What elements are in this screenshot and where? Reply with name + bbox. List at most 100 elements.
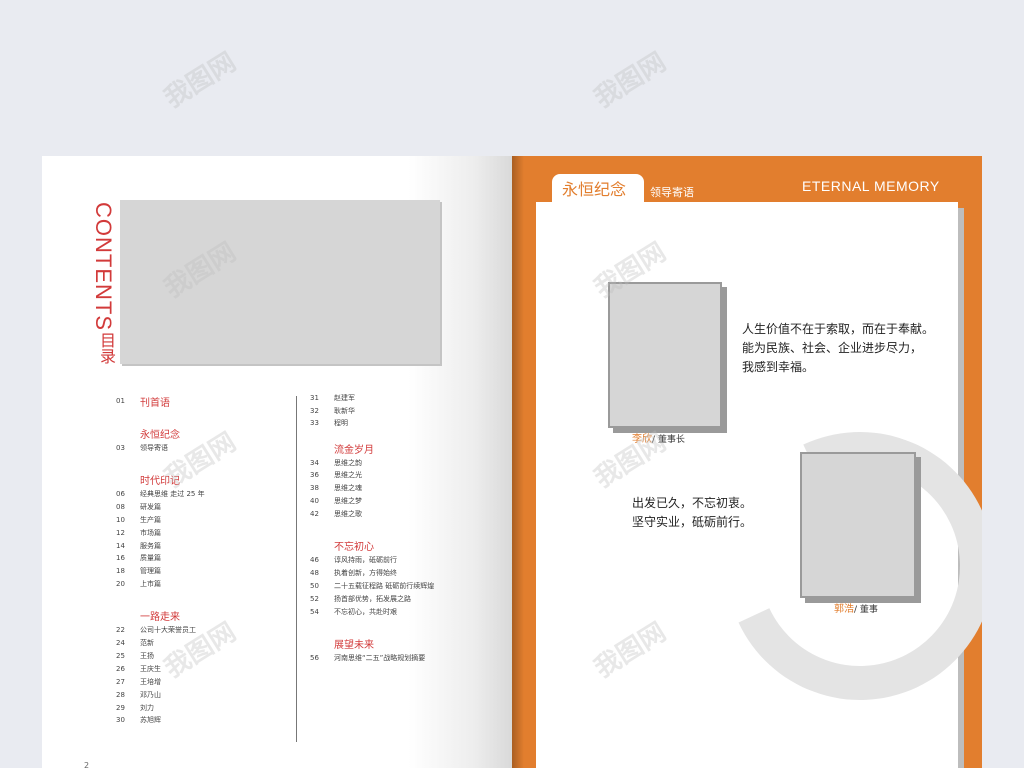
toc-page-num: 56 bbox=[310, 653, 319, 662]
toc-entry-label: 思维之魂 bbox=[334, 484, 362, 493]
toc-page-num: 14 bbox=[116, 541, 125, 550]
toc-entry-label: 王庆生 bbox=[140, 664, 161, 673]
toc-row[interactable]: 30 苏旭辉 bbox=[116, 715, 161, 726]
mulu-label: 目录 bbox=[97, 332, 116, 364]
toc-row[interactable]: 29 刘力 bbox=[116, 703, 154, 714]
toc-entry-label: 不忘初心，共赴时艰 bbox=[334, 607, 397, 616]
caption-director: 郭浩/ 董事 bbox=[834, 600, 878, 615]
toc-page-num: 22 bbox=[116, 626, 125, 635]
toc-row[interactable]: 50 二十五载征程路 砥砺前行续辉煌 bbox=[310, 581, 434, 592]
left-page: CONTENTS 目录 刊首语 01 永恒纪念 03 领导寄语 时代印记 06 经典思维 走过… bbox=[42, 156, 512, 768]
toc-entry-label: 王培增 bbox=[140, 677, 161, 686]
caption-title: / 董事 bbox=[854, 605, 878, 615]
section-tab-subtitle: 领导寄语 bbox=[650, 186, 694, 199]
toc-entry-label: 思维之光 bbox=[334, 471, 362, 480]
toc-page-num: 32 bbox=[310, 406, 319, 415]
toc-section-title: 流金岁月 bbox=[334, 444, 374, 456]
caption-name: 李欣 bbox=[632, 434, 652, 445]
toc-section-title: 展望未来 bbox=[334, 639, 374, 651]
toc-entry-label: 思维之梦 bbox=[334, 497, 362, 506]
quote-line: 出发已久，不忘初衷。 bbox=[632, 496, 753, 510]
caption-title: / 董事长 bbox=[652, 435, 685, 445]
toc-row[interactable]: 26 王庆生 bbox=[116, 664, 161, 675]
toc-page-num: 46 bbox=[310, 556, 319, 564]
toc-entry-label: 质量篇 bbox=[140, 554, 161, 563]
quote-chairman: 人生价值不在于索取，而在于奉献。 能为民族、社会、企业进步尽力， 我感到幸福。 bbox=[742, 320, 934, 377]
toc-page-num: 28 bbox=[116, 690, 125, 699]
toc-row[interactable]: 28 邓乃山 bbox=[116, 690, 161, 701]
toc-section-title: 时代印记 bbox=[140, 475, 180, 487]
toc-page-num: 26 bbox=[116, 664, 125, 673]
toc-page-num: 25 bbox=[116, 651, 125, 660]
toc-row[interactable]: 10 生产篇 bbox=[116, 515, 161, 526]
toc-entry-label: 二十五载征程路 砥砺前行续辉煌 bbox=[334, 581, 435, 590]
quote-line: 能为民族、社会、企业进步尽力， bbox=[742, 341, 923, 355]
toc-row[interactable]: 46 谆风持雨，砥砺前行 bbox=[310, 555, 397, 566]
toc-row[interactable]: 06 经典思维 走过 25 年 bbox=[116, 489, 205, 500]
toc-entry-label: 谆风持雨，砥砺前行 bbox=[334, 556, 397, 564]
toc-section-title: 永恒纪念 bbox=[140, 430, 180, 441]
toc-row[interactable]: 33 程明 bbox=[310, 418, 348, 429]
toc-row[interactable]: 56 河南思维“二五”战略规划摘要 bbox=[310, 653, 425, 664]
toc-divider bbox=[296, 396, 297, 742]
toc-page-num: 16 bbox=[116, 554, 125, 563]
toc-row[interactable]: 32 耿新华 bbox=[310, 406, 355, 417]
toc-row[interactable]: 25 王扬 bbox=[116, 651, 154, 662]
toc-row[interactable]: 36 思维之光 bbox=[310, 470, 362, 481]
toc-row[interactable]: 12 市场篇 bbox=[116, 528, 161, 539]
toc-entry-label: 执着创新，方得始终 bbox=[334, 568, 397, 577]
toc-row[interactable]: 31 赵建军 bbox=[310, 393, 355, 404]
page-number-right: 3 bbox=[932, 761, 938, 768]
toc-page-num: 27 bbox=[116, 677, 125, 686]
toc-row[interactable]: 42 思维之歌 bbox=[310, 509, 362, 520]
toc-row[interactable]: 38 思维之魂 bbox=[310, 483, 362, 494]
header-english-title: ETERNAL MEMORY bbox=[802, 178, 940, 194]
toc-page-num: 31 bbox=[310, 394, 319, 402]
toc-row[interactable]: 16 质量篇 bbox=[116, 553, 161, 564]
toc-page-num: 36 bbox=[310, 471, 319, 480]
toc-row[interactable]: 20 上市篇 bbox=[116, 579, 161, 590]
toc-page-num: 30 bbox=[116, 716, 125, 725]
page-number-left: 2 bbox=[84, 761, 90, 768]
toc-entry-label: 河南思维“二五”战略规划摘要 bbox=[334, 653, 426, 662]
quote-line: 人生价值不在于索取，而在于奉献。 bbox=[742, 322, 935, 336]
toc-row[interactable]: 08 研发篇 bbox=[116, 502, 161, 513]
quote-line: 我感到幸福。 bbox=[742, 360, 815, 374]
toc-row[interactable]: 14 服务篇 bbox=[116, 541, 161, 552]
toc-entry-label: 管理篇 bbox=[140, 567, 161, 576]
photo-placeholder-left bbox=[120, 200, 440, 364]
toc-row[interactable]: 24 范新 bbox=[116, 638, 154, 649]
toc-row[interactable]: 52 扬首部优势，拓发展之路 bbox=[310, 594, 411, 605]
toc-page-num: 48 bbox=[310, 568, 319, 577]
toc-entry-label: 王扬 bbox=[140, 651, 154, 660]
toc-entry-label: 上市篇 bbox=[140, 580, 161, 589]
caption-name: 郭浩 bbox=[834, 604, 854, 615]
toc-row[interactable]: 34 思维之韵 bbox=[310, 458, 362, 469]
toc-entry-label: 经典思维 走过 25 年 bbox=[140, 489, 205, 498]
toc-section-title: 一路走来 bbox=[140, 612, 180, 624]
toc-row[interactable]: 27 王培增 bbox=[116, 677, 161, 688]
toc-row[interactable]: 40 思维之梦 bbox=[310, 496, 362, 507]
toc-page-num: 38 bbox=[310, 484, 319, 493]
toc-entry-label: 范新 bbox=[140, 639, 154, 647]
toc-row[interactable]: 03 领导寄语 bbox=[116, 443, 168, 454]
content-card: 人生价值不在于索取，而在于奉献。 能为民族、社会、企业进步尽力， 我感到幸福。 … bbox=[536, 202, 982, 768]
toc-entry-label: 市场篇 bbox=[140, 528, 161, 537]
photo-placeholder-chairman bbox=[608, 282, 722, 428]
toc-page-num: 42 bbox=[310, 510, 319, 519]
toc-row[interactable]: 48 执着创新，方得始终 bbox=[310, 568, 397, 579]
toc-page-num: 20 bbox=[116, 580, 125, 589]
photo-placeholder-director bbox=[800, 452, 916, 598]
toc-row[interactable]: 18 管理篇 bbox=[116, 566, 161, 577]
toc-entry-label: 服务篇 bbox=[140, 541, 161, 550]
toc-row[interactable]: 54 不忘初心，共赴时艰 bbox=[310, 607, 397, 618]
toc-row[interactable]: 22 公司十大荣誉员工 bbox=[116, 625, 196, 636]
toc-section-title: 不忘初心 bbox=[334, 542, 374, 553]
toc-entry-label: 耿新华 bbox=[334, 406, 355, 415]
caption-chairman: 李欣/ 董事长 bbox=[632, 430, 685, 445]
quote-director: 出发已久，不忘初衷。 坚守实业，砥砺前行。 bbox=[632, 494, 752, 532]
toc-page-num: 12 bbox=[116, 528, 125, 537]
toc-entry-label: 邓乃山 bbox=[140, 690, 161, 699]
toc-page-num: 33 bbox=[310, 419, 319, 427]
toc-page-num: 10 bbox=[116, 515, 125, 524]
